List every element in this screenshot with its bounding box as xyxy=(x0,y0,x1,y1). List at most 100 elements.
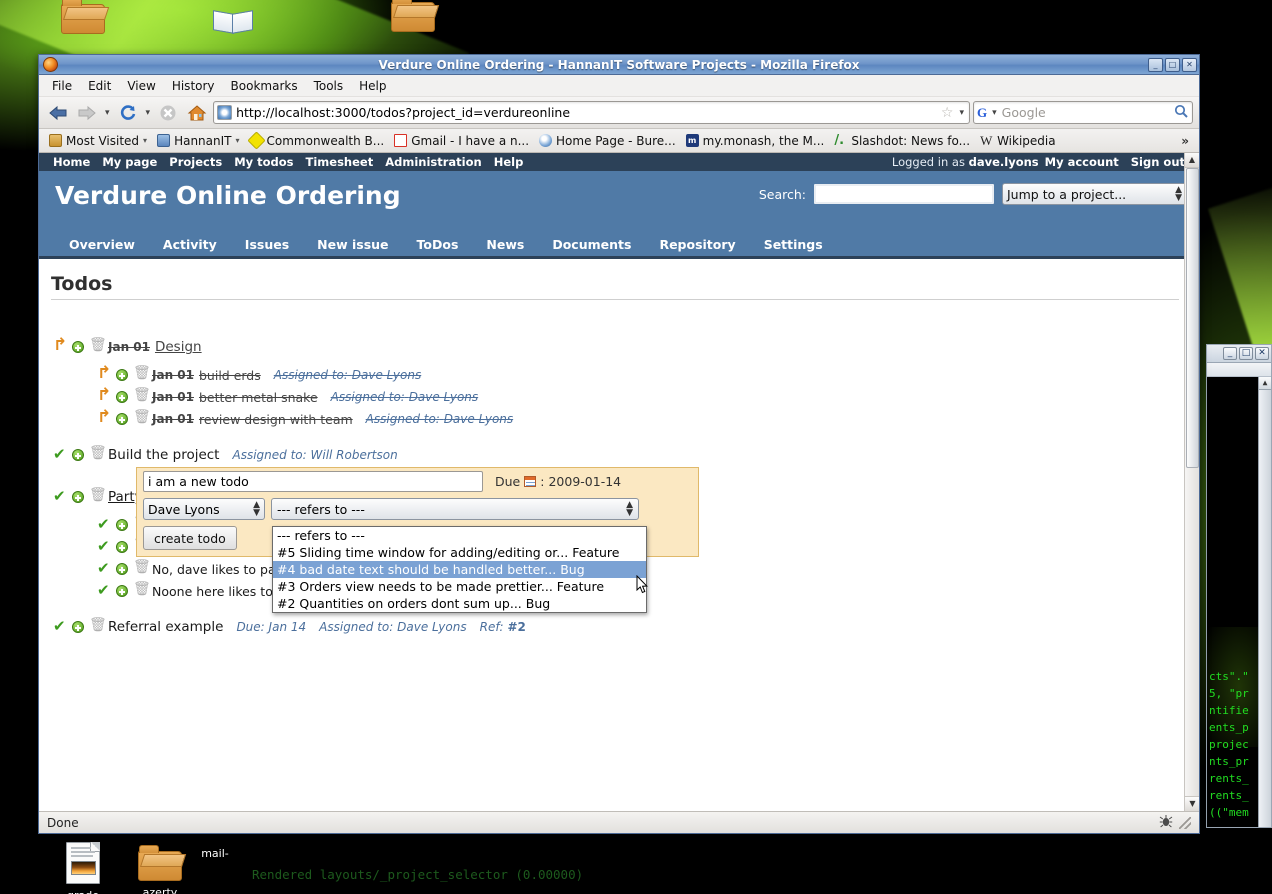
search-input[interactable] xyxy=(814,184,994,204)
window-titlebar[interactable]: Verdure Online Ordering - HannanIT Softw… xyxy=(39,55,1199,75)
ref-value[interactable]: #2 xyxy=(507,620,525,634)
menu-history[interactable]: History xyxy=(165,77,222,95)
desktop-icon-grade[interactable]: grade xyxy=(48,842,118,894)
sign-out-link[interactable]: Sign out xyxy=(1125,155,1191,169)
new-todo-text-input[interactable]: i am a new todo xyxy=(143,471,483,492)
bookmarks-overflow-button[interactable]: » xyxy=(1181,134,1193,148)
browser-search-bar[interactable]: G ▾ Google xyxy=(973,101,1193,124)
dropdown-option[interactable]: #3 Orders view needs to be made prettier… xyxy=(273,578,646,595)
project-tabs[interactable]: Overview Activity Issues New issue ToDos… xyxy=(39,233,1199,259)
scrollbar-thumb[interactable] xyxy=(1186,168,1199,468)
todo-label[interactable]: better metal snake xyxy=(199,390,318,405)
bookmark-slashdot[interactable]: /. Slashdot: News fo... xyxy=(830,133,974,149)
resize-grip[interactable] xyxy=(1179,816,1191,829)
todo-label[interactable]: Design xyxy=(155,339,202,355)
complete-icon[interactable] xyxy=(53,445,67,463)
navigation-toolbar[interactable]: ▾ ▾ http://localhost:3000/todos?project_… xyxy=(39,97,1199,129)
dropdown-option[interactable]: --- refers to --- xyxy=(273,527,646,544)
add-subtodo-icon[interactable] xyxy=(116,585,128,597)
todo-item[interactable]: Jan 01 better metal snake Assigned to: D… xyxy=(51,386,1179,408)
window-controls[interactable]: _ □ ✕ xyxy=(1148,57,1197,72)
header-tools[interactable]: Search: Jump to a project... ▲ ▼ xyxy=(759,183,1187,205)
app-top-menu[interactable]: Home My page Projects My todos Timesheet… xyxy=(39,153,1199,171)
search-magnifier-icon[interactable] xyxy=(1174,104,1189,122)
add-subtodo-icon[interactable] xyxy=(116,519,128,531)
add-subtodo-icon[interactable] xyxy=(116,369,128,381)
menu-edit[interactable]: Edit xyxy=(81,77,118,95)
todo-item[interactable]: Jan 01 review design with team Assigned … xyxy=(51,408,1179,430)
jump-to-project-select[interactable]: Jump to a project... ▲ ▼ xyxy=(1002,183,1187,205)
undo-icon[interactable] xyxy=(97,390,111,404)
bookmark-bureau[interactable]: Home Page - Bure... xyxy=(535,133,680,149)
desktop-icon-mail[interactable]: mail- xyxy=(180,845,250,860)
tab-overview[interactable]: Overview xyxy=(55,237,149,252)
reload-button[interactable] xyxy=(115,101,141,125)
topmenu-my-page[interactable]: My page xyxy=(96,155,163,169)
dropdown-option[interactable]: #2 Quantities on orders dont sum up... B… xyxy=(273,595,646,612)
undo-icon[interactable] xyxy=(97,412,111,426)
topmenu-home[interactable]: Home xyxy=(47,155,96,169)
add-subtodo-icon[interactable] xyxy=(116,541,128,553)
complete-icon[interactable] xyxy=(97,581,111,599)
chevron-down-icon[interactable]: ▾ xyxy=(143,136,147,145)
topmenu-my-todos[interactable]: My todos xyxy=(228,155,299,169)
chevron-down-icon[interactable]: ▾ xyxy=(235,136,239,145)
delete-icon[interactable] xyxy=(133,581,151,598)
url-text[interactable]: http://localhost:3000/todos?project_id=v… xyxy=(236,105,937,120)
delete-icon[interactable] xyxy=(133,409,151,426)
complete-icon[interactable] xyxy=(53,487,67,505)
url-dropdown-icon[interactable]: ▾ xyxy=(957,108,966,118)
scroll-up-arrow-icon[interactable]: ▲ xyxy=(1185,153,1199,168)
menu-view[interactable]: View xyxy=(120,77,162,95)
reload-dropdown-icon[interactable]: ▾ xyxy=(144,108,153,118)
complete-icon[interactable] xyxy=(97,515,111,533)
terminal-right-scrollbar[interactable]: ▲ xyxy=(1258,377,1271,827)
bookmark-wikipedia[interactable]: W Wikipedia xyxy=(976,133,1060,149)
add-subtodo-icon[interactable] xyxy=(116,391,128,403)
desktop-icon-top-folder-1[interactable] xyxy=(48,0,118,37)
close-button[interactable]: ✕ xyxy=(1255,347,1269,360)
tab-todos[interactable]: ToDos xyxy=(403,237,473,252)
delete-icon[interactable] xyxy=(133,365,151,382)
add-subtodo-icon[interactable] xyxy=(116,413,128,425)
complete-icon[interactable] xyxy=(97,559,111,577)
history-dropdown-icon[interactable]: ▾ xyxy=(103,108,112,118)
undo-icon[interactable] xyxy=(97,368,111,382)
add-subtodo-icon[interactable] xyxy=(72,491,84,503)
delete-icon[interactable] xyxy=(89,617,107,634)
scroll-up-arrow-icon[interactable]: ▲ xyxy=(1259,377,1271,390)
stop-button[interactable] xyxy=(155,101,181,125)
search-engine-dropdown-icon[interactable]: ▾ xyxy=(990,108,999,118)
todo-label[interactable]: Referral example xyxy=(108,619,223,635)
home-button[interactable] xyxy=(184,101,210,125)
topmenu-projects[interactable]: Projects xyxy=(163,155,228,169)
maximize-button[interactable]: □ xyxy=(1239,347,1253,360)
page-scrollbar[interactable]: ▲ ▼ xyxy=(1184,153,1199,811)
browser-search-placeholder[interactable]: Google xyxy=(1002,105,1171,120)
terminal-right-titlebar[interactable]: _ □ ✕ xyxy=(1207,345,1271,363)
refers-to-select[interactable]: --- refers to --- ▲ ▼ xyxy=(271,498,639,520)
firebug-icon[interactable] xyxy=(1159,814,1173,831)
forward-button[interactable] xyxy=(74,101,100,125)
assignee-select[interactable]: Dave Lyons ▲ ▼ xyxy=(143,498,265,520)
tab-activity[interactable]: Activity xyxy=(149,237,231,252)
bookmark-commonwealth[interactable]: Commonwealth B... xyxy=(246,131,389,150)
close-button[interactable]: ✕ xyxy=(1182,57,1197,72)
create-todo-button[interactable]: create todo xyxy=(143,526,237,550)
todo-label[interactable]: review design with team xyxy=(199,412,353,427)
maximize-button[interactable]: □ xyxy=(1165,57,1180,72)
undo-icon[interactable] xyxy=(53,340,67,354)
dropdown-option[interactable]: #5 Sliding time window for adding/editin… xyxy=(273,544,646,561)
menu-file[interactable]: File xyxy=(45,77,79,95)
complete-icon[interactable] xyxy=(97,537,111,555)
menu-help[interactable]: Help xyxy=(352,77,393,95)
topmenu-timesheet[interactable]: Timesheet xyxy=(300,155,380,169)
bookmark-hannanit[interactable]: HannanIT ▾ xyxy=(153,133,243,149)
add-subtodo-icon[interactable] xyxy=(72,449,84,461)
todo-label[interactable]: build erds xyxy=(199,368,261,383)
complete-icon[interactable] xyxy=(53,617,67,635)
add-subtodo-icon[interactable] xyxy=(116,563,128,575)
menu-bookmarks[interactable]: Bookmarks xyxy=(224,77,305,95)
tab-settings[interactable]: Settings xyxy=(750,237,837,252)
tab-repository[interactable]: Repository xyxy=(645,237,749,252)
